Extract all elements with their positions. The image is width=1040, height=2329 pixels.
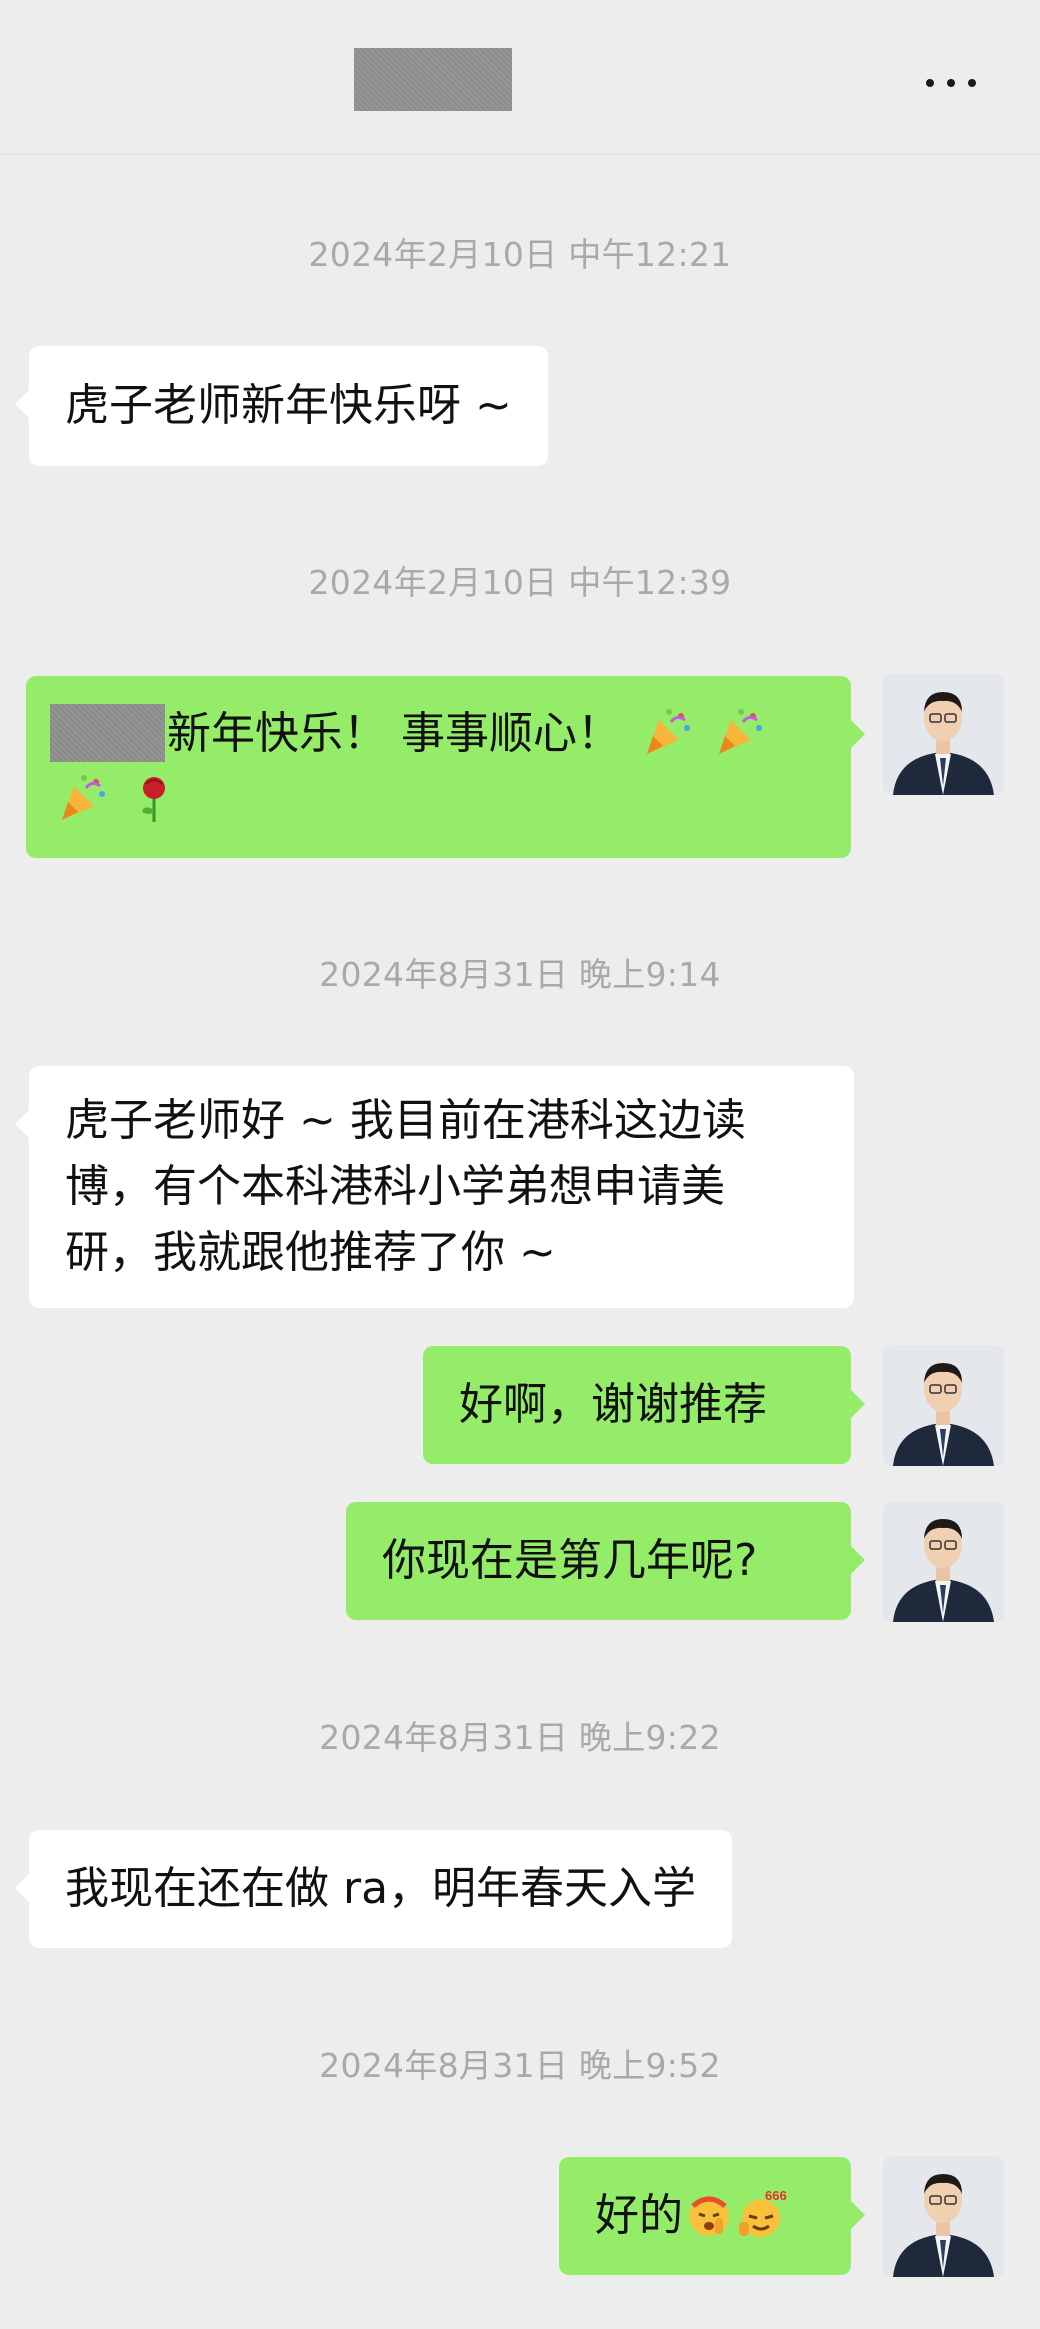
message-bubble-outgoing[interactable]: 好的 666 [559, 2157, 865, 2275]
message-bubble-incoming[interactable]: 虎子老师好 ~ 我目前在港科这边读 博，有个本科港科小学弟想申请美 研，我就跟他… [15, 1066, 854, 1308]
message-line: 新年快乐！ 事事顺心！ [50, 701, 815, 767]
timestamp: 2024年2月10日 中午12:21 [308, 235, 732, 274]
more-dots-icon[interactable] [918, 68, 984, 98]
message-bubble-incoming[interactable]: 我现在还在做 ra，明年春天入学 [14, 1830, 733, 1948]
party-popper-icon [62, 775, 105, 820]
rose-icon [142, 777, 165, 822]
avatar[interactable] [883, 1501, 1004, 1622]
message-text: 新年快乐！ 事事顺心！ [167, 708, 621, 759]
message-text: 你现在是第几年呢? [382, 1535, 758, 1586]
message-text: 好的 [595, 2190, 683, 2241]
message-bubble-outgoing[interactable]: 新年快乐！ 事事顺心！ [26, 676, 865, 858]
timestamp: 2024年8月31日 晚上9:14 [319, 955, 721, 994]
avatar[interactable] [883, 2156, 1004, 2277]
message-text: 好啊，谢谢推荐 [459, 1379, 767, 1430]
message-text: 虎子老师新年快乐呀 ~ [65, 380, 512, 431]
timestamp: 2024年2月10日 中午12:39 [308, 563, 732, 602]
avatar[interactable] [883, 674, 1004, 795]
timestamp: 2024年8月31日 晚上9:22 [319, 1718, 721, 1757]
666-face-icon: 666 [739, 2188, 787, 2237]
message-line [62, 767, 815, 833]
message-line: 博，有个本科港科小学弟想申请美 [65, 1161, 725, 1212]
redacted-name [50, 704, 165, 762]
party-popper-icon [647, 709, 690, 754]
svg-text:666: 666 [765, 2188, 787, 2203]
message-bubble-outgoing[interactable]: 好啊，谢谢推荐 [423, 1346, 865, 1464]
message-text: 我现在还在做 ra，明年春天入学 [65, 1863, 697, 1914]
shushing-face-icon [689, 2196, 729, 2236]
chat-title-redacted [354, 48, 512, 111]
message-bubble-outgoing[interactable]: 你现在是第几年呢? [346, 1502, 865, 1620]
message-bubble-incoming[interactable]: 虎子老师新年快乐呀 ~ [15, 346, 548, 466]
party-popper-icon [719, 709, 762, 754]
chat-header [0, 0, 1040, 155]
avatar[interactable] [883, 1345, 1004, 1466]
message-line: 研，我就跟他推荐了你 ~ [65, 1227, 556, 1278]
timestamp: 2024年8月31日 晚上9:52 [319, 2046, 721, 2085]
message-line: 虎子老师好 ~ 我目前在港科这边读 [65, 1095, 746, 1146]
